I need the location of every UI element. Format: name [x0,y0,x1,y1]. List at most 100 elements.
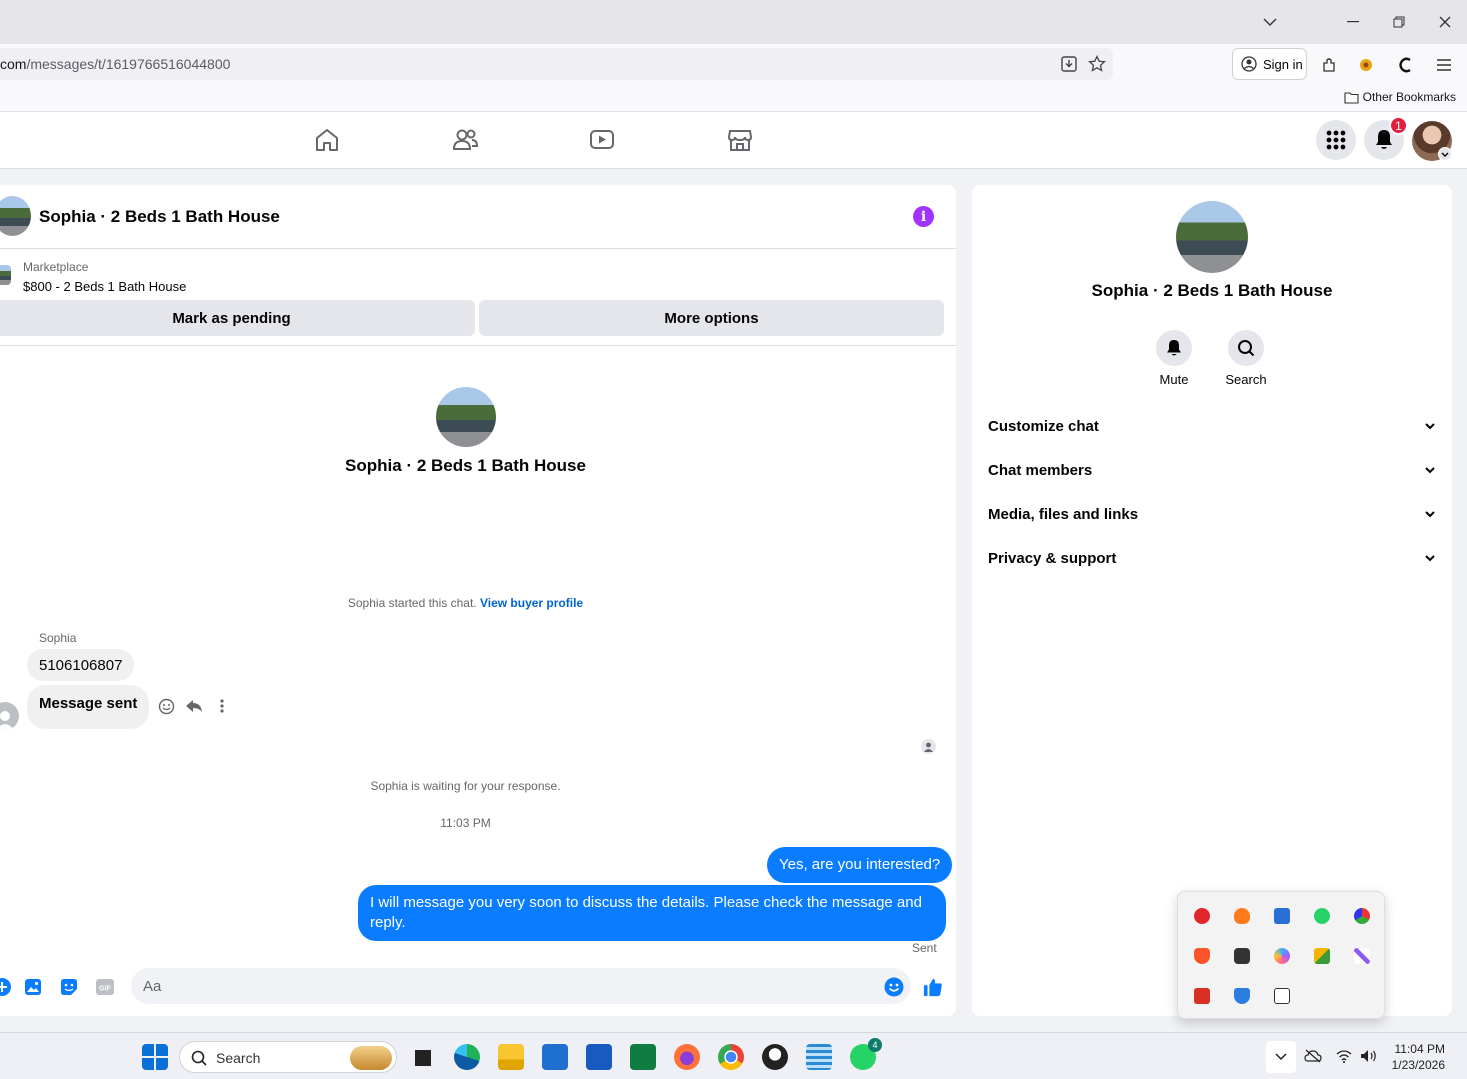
tray-router-icon[interactable] [1234,948,1250,964]
tray-usb-icon[interactable] [1274,988,1290,1004]
tray-shield-icon[interactable] [1234,988,1250,1004]
firefox-icon[interactable] [674,1044,700,1070]
account-icon [1241,56,1257,72]
folder-icon [1344,91,1359,104]
word-icon[interactable] [586,1044,612,1070]
chat-members-section[interactable]: Chat members [988,448,1436,492]
menu-icon[interactable] [1433,54,1455,76]
conversation-avatar[interactable] [436,387,496,447]
sign-in-label: Sign in [1263,56,1303,72]
tray-brave-icon[interactable] [1194,948,1210,964]
tab-list-icon[interactable] [1256,8,1284,36]
chat-avatar[interactable] [0,196,31,236]
notepad-icon[interactable] [806,1044,832,1070]
sign-in-button[interactable]: Sign in [1232,48,1307,80]
more-dots-icon[interactable] [212,696,232,716]
notification-badge: 1 [1389,116,1408,135]
mute-button[interactable]: Mute [1139,330,1209,387]
edge-icon[interactable] [454,1044,480,1070]
notifications-button[interactable]: 1 [1364,116,1408,160]
customize-chat-section[interactable]: Customize chat [988,404,1436,448]
chat-title[interactable]: Sophia · 2 Beds 1 Bath House [39,207,280,227]
account-chevron-icon[interactable] [1438,147,1452,161]
tray-pdf-icon[interactable] [1194,988,1210,1004]
tray-overflow-popup [1177,891,1385,1019]
home-icon[interactable] [313,126,341,154]
excel-icon[interactable] [630,1044,656,1070]
reply-icon[interactable] [184,696,204,716]
chrome-icon[interactable] [718,1044,744,1070]
sticker-icon[interactable] [59,977,79,997]
message-input[interactable]: Aa [131,968,911,1004]
react-emoji-icon[interactable] [156,696,176,716]
minimize-icon[interactable] [1339,8,1367,36]
chevron-down-icon [1425,423,1435,430]
onedrive-offline-icon[interactable] [1304,1049,1322,1063]
more-options-button[interactable]: More options [479,300,944,336]
app-penguin-icon[interactable] [762,1044,788,1070]
download-page-icon[interactable] [1059,54,1079,74]
attach-photo-icon[interactable] [23,977,43,997]
show-hidden-icons-chevron[interactable] [1266,1041,1296,1073]
url-text[interactable]: com/messages/t/1619766516044800 [0,56,230,72]
extension-honey-icon[interactable] [1355,54,1377,76]
tray-flame-icon[interactable] [1234,908,1250,924]
taskbar-search[interactable]: Search [179,1041,397,1073]
marketplace-label: Marketplace [23,260,89,274]
extension-c-icon[interactable] [1395,54,1417,76]
outgoing-message-1[interactable]: Yes, are you interested? [767,847,953,883]
section-label: Privacy & support [988,549,1117,567]
tray-whatsapp-icon[interactable] [1314,908,1330,924]
wifi-icon[interactable] [1336,1049,1352,1063]
emoji-picker-icon[interactable] [884,977,904,997]
whatsapp-badge: 4 [868,1038,882,1052]
close-icon[interactable] [1431,8,1459,36]
conversation-info-icon[interactable]: i [913,206,934,227]
volume-icon[interactable] [1360,1049,1378,1063]
sender-avatar[interactable] [0,702,19,730]
whatsapp-icon[interactable]: 4 [850,1038,882,1070]
extensions-icon[interactable] [1318,54,1340,76]
more-actions-icon[interactable] [0,977,12,997]
bookmark-star-icon[interactable] [1087,54,1107,74]
seen-avatar-icon [921,739,936,754]
tray-info-icon[interactable] [1274,908,1290,924]
mark-as-pending-button[interactable]: Mark as pending [0,300,475,336]
privacy-support-section[interactable]: Privacy & support [988,536,1436,580]
tray-app-red-icon[interactable] [1194,908,1210,924]
tray-pen-icon[interactable] [1354,948,1370,964]
gif-icon[interactable]: GIF [95,977,115,997]
taskbar-search-label: Search [216,1050,261,1066]
tray-copilot-icon[interactable] [1274,948,1290,964]
system-clock[interactable]: 11:04 PM 1/23/2026 [1392,1041,1445,1073]
tray-font-icon[interactable] [1314,948,1330,964]
watch-video-icon[interactable] [588,126,616,154]
like-thumb-icon[interactable] [923,977,943,997]
outgoing-message-2[interactable]: I will message you very soon to discuss … [358,885,946,941]
start-windows-icon[interactable] [142,1044,168,1070]
other-bookmarks[interactable]: Other Bookmarks [1344,90,1456,104]
friends-icon[interactable] [451,126,479,154]
file-explorer-icon[interactable] [498,1044,524,1070]
tray-color-wheel-icon[interactable] [1354,908,1370,924]
view-buyer-profile-link[interactable]: View buyer profile [480,596,583,610]
listing-title[interactable]: $800 - 2 Beds 1 Bath House [23,279,186,294]
task-view-icon[interactable] [409,1044,435,1070]
incoming-message-phone[interactable]: 5106106807 [27,649,135,681]
media-files-links-section[interactable]: Media, files and links [988,492,1436,536]
details-avatar[interactable] [1176,201,1248,273]
section-label: Customize chat [988,417,1099,435]
incoming-message-sent[interactable]: Message sent [27,685,150,729]
microsoft-store-icon[interactable] [542,1044,568,1070]
url-bar[interactable]: com/messages/t/1619766516044800 [0,48,1113,80]
menu-grid-button[interactable] [1316,120,1356,160]
restore-icon[interactable] [1385,8,1413,36]
chat-panel: Sophia · 2 Beds 1 Bath House i Marketpla… [0,185,956,1016]
marketplace-icon[interactable] [726,126,754,154]
search-icon [191,1050,207,1066]
section-label: Chat members [988,461,1093,479]
search-button[interactable]: Search [1211,330,1281,387]
clock-date: 1/23/2026 [1391,1058,1445,1072]
divider [0,345,956,346]
listing-thumbnail[interactable] [0,265,11,285]
